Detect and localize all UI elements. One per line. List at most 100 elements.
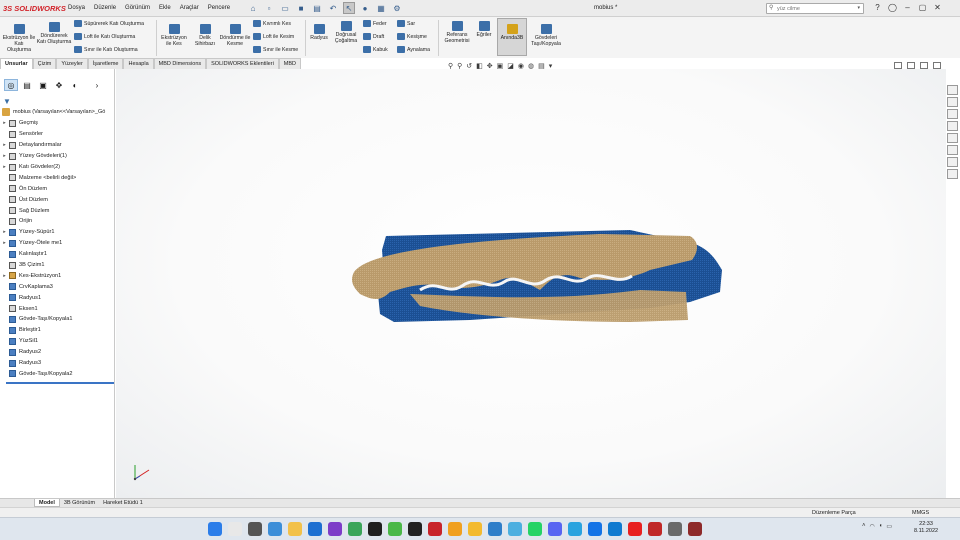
youtube-app-icon[interactable] xyxy=(628,522,642,536)
edit-appearance-icon[interactable]: ◍ xyxy=(528,62,534,70)
property-manager-tab-icon[interactable]: ▤ xyxy=(20,79,34,91)
discord-app-icon[interactable] xyxy=(548,522,562,536)
chevron-right-icon[interactable]: › xyxy=(90,79,104,91)
curves-button[interactable]: Eğriler xyxy=(473,21,495,38)
tab-addins[interactable]: SOLIDWORKS Eklentileri xyxy=(206,58,279,69)
3dexperience-icon[interactable] xyxy=(947,169,958,179)
file-explorer-icon[interactable] xyxy=(947,109,958,119)
tree-item[interactable]: 3B Çizim1 xyxy=(0,260,115,271)
extrude-boss-button[interactable]: Ekstrüzyon İle Katı Oluşturma xyxy=(2,24,36,53)
view-settings-icon[interactable]: ▾ xyxy=(549,62,553,70)
tree-item[interactable]: ▸ Kes-Ekstrüzyon1 xyxy=(0,270,115,281)
solidworks-resources-icon[interactable] xyxy=(947,85,958,95)
forum-icon[interactable] xyxy=(947,157,958,167)
menu-view[interactable]: Görünüm xyxy=(125,5,150,11)
tree-item[interactable]: ▸ Yüzey-Süpür1 xyxy=(0,227,115,238)
move-copy-bodies-button[interactable]: Gövdeleri Taşı/Kopyala xyxy=(529,24,563,47)
section-view-icon[interactable]: ◧ xyxy=(476,62,483,70)
tree-item[interactable]: ▸ Katı Gövdeler(2) xyxy=(0,162,115,173)
tree-item[interactable]: ▸ Yüzey Gövdeleri(1) xyxy=(0,151,115,162)
units-selector[interactable]: MMGS xyxy=(912,510,929,516)
browser-app-icon[interactable] xyxy=(308,522,322,536)
tree-item[interactable]: ▸ Detaylandırmalar xyxy=(0,140,115,151)
tab-mbd[interactable]: MBD xyxy=(278,58,302,69)
linear-pattern-button[interactable]: Doğrusal Çoğaltma xyxy=(331,21,361,44)
volume-icon[interactable]: ◖ xyxy=(879,523,883,530)
expand-arrow-icon[interactable]: ▸ xyxy=(0,273,9,279)
expand-arrow-icon[interactable]: ▸ xyxy=(0,120,9,126)
edge-app-icon[interactable] xyxy=(608,522,622,536)
telegram-app-icon[interactable] xyxy=(568,522,582,536)
viewport-maximize-icon[interactable] xyxy=(920,62,928,69)
user-icon[interactable]: ◯ xyxy=(887,2,898,13)
tree-item[interactable]: YüzSil1 xyxy=(0,336,115,347)
boundary-boss-button[interactable]: Sınır ile Katı Oluşturma xyxy=(74,46,138,53)
rollback-bar[interactable] xyxy=(6,382,114,384)
dimxpert-tab-icon[interactable]: ✥ xyxy=(52,79,66,91)
tab-mbd-dimensions[interactable]: MBD Dimensions xyxy=(153,58,207,69)
nvidia-app-icon[interactable] xyxy=(368,522,382,536)
expand-arrow-icon[interactable]: ▸ xyxy=(0,164,9,170)
tree-item[interactable]: Radyus1 xyxy=(0,292,115,303)
search-box[interactable]: ⚲ ▾ xyxy=(766,3,864,14)
tab-features[interactable]: Unsurlar xyxy=(0,58,33,69)
traffic-light-icon[interactable]: ● xyxy=(359,2,371,14)
fillet-button[interactable]: Radyus xyxy=(308,24,330,41)
tree-item[interactable]: Üst Düzlem xyxy=(0,194,115,205)
zoom-to-area-icon[interactable]: ⚲ xyxy=(457,62,462,70)
app-icon-grid[interactable] xyxy=(488,522,502,536)
settings-app-icon[interactable] xyxy=(248,522,262,536)
revolve-boss-button[interactable]: Döndürerek Katı Oluşturma xyxy=(36,22,72,45)
mobius-model[interactable] xyxy=(350,230,724,326)
menu-file[interactable]: Dosya xyxy=(68,5,85,11)
app-icon-maroon[interactable] xyxy=(688,522,702,536)
swept-cut-button[interactable]: Kıvrımlı Kes xyxy=(253,20,291,27)
sweep-boss-button[interactable]: Süpürerek Katı Oluşturma xyxy=(74,20,144,27)
help-icon[interactable]: ? xyxy=(872,2,883,13)
tree-item[interactable]: Gövde-Taşı/Kopyala1 xyxy=(0,314,115,325)
draft-button[interactable]: Draft xyxy=(363,33,384,40)
tab-motion-study[interactable]: Hareket Etüdü 1 xyxy=(99,499,147,507)
loft-boss-button[interactable]: Loft ile Katı Oluşturma xyxy=(74,33,135,40)
previous-view-icon[interactable]: ↺ xyxy=(466,62,472,70)
app-icon-dark-blue[interactable] xyxy=(588,522,602,536)
tree-item[interactable]: Radyus2 xyxy=(0,347,115,358)
tab-markup[interactable]: İşaretleme xyxy=(87,58,124,69)
app-icon-green[interactable] xyxy=(348,522,362,536)
viewport-restore-icon[interactable] xyxy=(894,62,902,69)
expand-arrow-icon[interactable]: ▸ xyxy=(0,229,9,235)
file-explorer-app-icon[interactable] xyxy=(288,522,302,536)
menu-tools[interactable]: Araçlar xyxy=(180,5,199,11)
intersect-button[interactable]: Kesişme xyxy=(397,33,427,40)
task-view-icon[interactable] xyxy=(268,522,282,536)
close-button[interactable]: ✕ xyxy=(932,2,943,13)
binance-app-icon[interactable] xyxy=(468,522,482,536)
tree-item[interactable]: Sensörler xyxy=(0,129,115,140)
app-icon-blue[interactable] xyxy=(508,522,522,536)
tab-3d-views[interactable]: 3B Görünüm xyxy=(60,499,99,507)
minimize-button[interactable]: – xyxy=(902,2,913,13)
options-gear-icon[interactable]: ⚙ xyxy=(391,2,403,14)
feature-manager-tab-icon[interactable]: ◎ xyxy=(4,79,18,91)
view-palette-icon[interactable] xyxy=(947,121,958,131)
zoom-to-fit-icon[interactable]: ⚲ xyxy=(448,62,453,70)
menu-edit[interactable]: Düzenle xyxy=(94,5,116,11)
teams-app-icon[interactable] xyxy=(328,522,342,536)
tree-item[interactable]: Malzeme <belirli değil> xyxy=(0,172,115,183)
design-library-icon[interactable] xyxy=(947,97,958,107)
chevron-up-icon[interactable]: ˄ xyxy=(862,523,866,530)
mirror-button[interactable]: Aynalama xyxy=(397,46,430,53)
chevron-down-icon[interactable]: ▾ xyxy=(857,5,860,11)
tab-sketch[interactable]: Çizim xyxy=(32,58,57,69)
display-manager-tab-icon[interactable]: ◐ xyxy=(68,79,82,91)
search-taskbar-icon[interactable] xyxy=(228,522,242,536)
expand-arrow-icon[interactable]: ▸ xyxy=(0,142,9,148)
rebuild-options-icon[interactable]: ▦ xyxy=(375,2,387,14)
taskbar-clock[interactable]: 22:33 8.11.2022 xyxy=(914,521,938,535)
tree-root[interactable]: mobius (Varsayılan<<Varsayılan>_Gö xyxy=(2,108,105,116)
boundary-cut-button[interactable]: Sınır ile Kesme xyxy=(253,46,298,53)
search-input[interactable] xyxy=(767,4,847,13)
apply-scene-icon[interactable]: ▤ xyxy=(538,62,545,70)
tree-item[interactable]: ▸ Geçmiş xyxy=(0,118,115,129)
tree-item[interactable]: Ön Düzlem xyxy=(0,183,115,194)
